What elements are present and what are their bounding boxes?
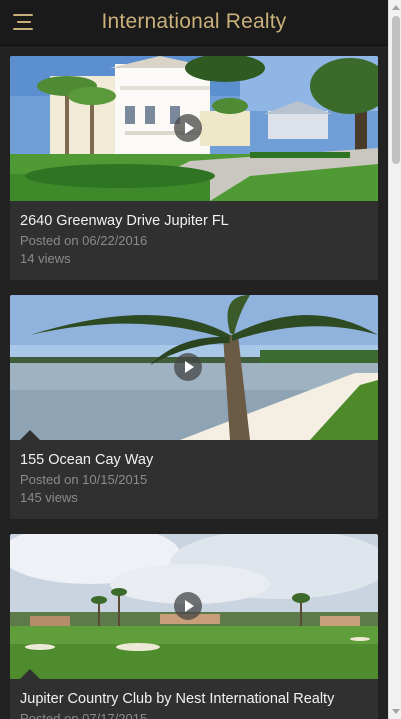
video-info: Jupiter Country Club by Nest Internation… [10, 679, 378, 719]
page-scrollbar[interactable] [388, 0, 401, 719]
video-posted-date: Posted on 07/17/2015 [20, 711, 148, 719]
thumbnail-notch [20, 669, 40, 679]
thumbnail-notch [20, 430, 40, 440]
video-posted-date: Posted on 10/15/2015 [20, 472, 148, 487]
video-card[interactable]: Jupiter Country Club by Nest Internation… [10, 534, 378, 719]
video-title[interactable]: Jupiter Country Club by Nest Internation… [20, 690, 368, 709]
app-header: International Realty [0, 0, 388, 46]
video-view-count: 145 views [20, 490, 78, 505]
scrollbar-thumb[interactable] [392, 16, 400, 164]
scroll-down-icon[interactable] [392, 709, 400, 714]
app-screen: International Realty 2640 Greenway Drive… [0, 0, 388, 719]
video-info: 155 Ocean Cay Way Posted on 10/15/2015 1… [10, 440, 378, 519]
play-icon[interactable] [174, 353, 202, 381]
video-title[interactable]: 155 Ocean Cay Way [20, 451, 368, 470]
video-thumbnail[interactable] [10, 534, 378, 679]
video-card[interactable]: 155 Ocean Cay Way Posted on 10/15/2015 1… [10, 295, 378, 519]
video-card[interactable]: 2640 Greenway Drive Jupiter FL Posted on… [10, 56, 378, 280]
app-title: International Realty [101, 10, 287, 33]
play-icon[interactable] [174, 114, 202, 142]
video-info: 2640 Greenway Drive Jupiter FL Posted on… [10, 201, 378, 280]
video-view-count: 14 views [20, 251, 71, 266]
scroll-up-icon[interactable] [392, 5, 400, 10]
video-posted-date: Posted on 06/22/2016 [20, 233, 148, 248]
video-title[interactable]: 2640 Greenway Drive Jupiter FL [20, 212, 368, 231]
play-icon[interactable] [174, 592, 202, 620]
video-thumbnail[interactable] [10, 295, 378, 440]
video-thumbnail[interactable] [10, 56, 378, 201]
